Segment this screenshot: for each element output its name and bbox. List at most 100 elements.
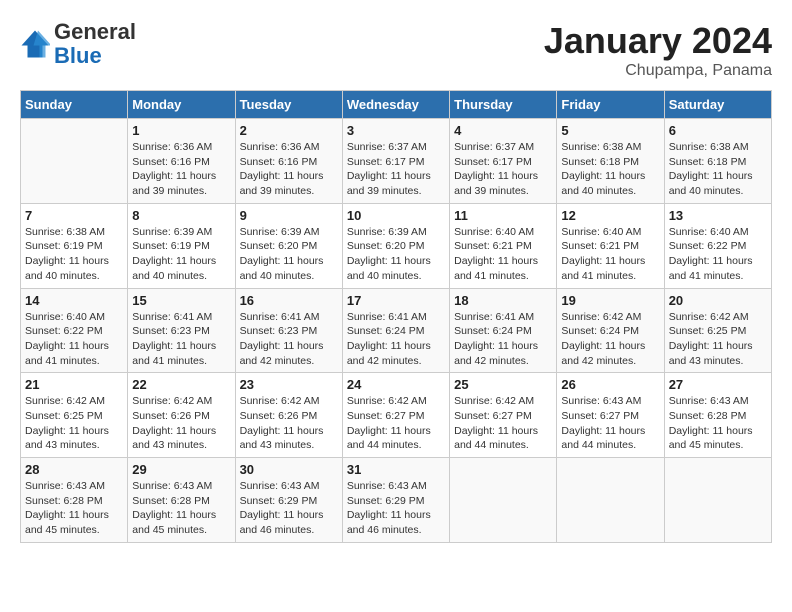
calendar-cell — [450, 458, 557, 543]
day-info: Sunrise: 6:42 AMSunset: 6:25 PMDaylight:… — [669, 310, 767, 369]
day-number: 31 — [347, 462, 445, 477]
day-number: 10 — [347, 208, 445, 223]
month-title: January 2024 — [544, 20, 772, 62]
calendar-cell: 29 Sunrise: 6:43 AMSunset: 6:28 PMDayligh… — [128, 458, 235, 543]
day-info: Sunrise: 6:37 AMSunset: 6:17 PMDaylight:… — [347, 140, 445, 199]
day-number: 16 — [240, 293, 338, 308]
calendar-cell: 25Sunrise: 6:42 AMSunset: 6:27 PMDayligh… — [450, 373, 557, 458]
day-number: 8 — [132, 208, 230, 223]
day-info: Sunrise: 6:42 AMSunset: 6:27 PMDaylight:… — [347, 394, 445, 453]
day-info: Sunrise: 6:40 AMSunset: 6:22 PMDaylight:… — [25, 310, 123, 369]
title-block: January 2024 Chupampa, Panama — [544, 20, 772, 80]
day-info: Sunrise: 6:43 AMSunset: 6:29 PMDaylight:… — [240, 479, 338, 538]
calendar-cell — [21, 119, 128, 204]
calendar-cell: 21Sunrise: 6:42 AMSunset: 6:25 PMDayligh… — [21, 373, 128, 458]
day-number: 27 — [669, 377, 767, 392]
calendar-cell: 19Sunrise: 6:42 AMSunset: 6:24 PMDayligh… — [557, 288, 664, 373]
day-info: Sunrise: 6:40 AMSunset: 6:22 PMDaylight:… — [669, 225, 767, 284]
calendar-cell: 28Sunrise: 6:43 AMSunset: 6:28 PMDayligh… — [21, 458, 128, 543]
calendar-cell: 18Sunrise: 6:41 AMSunset: 6:24 PMDayligh… — [450, 288, 557, 373]
day-number: 24 — [347, 377, 445, 392]
calendar-cell: 23Sunrise: 6:42 AMSunset: 6:26 PMDayligh… — [235, 373, 342, 458]
day-info: Sunrise: 6:42 AMSunset: 6:26 PMDaylight:… — [132, 394, 230, 453]
logo: General Blue — [20, 20, 136, 68]
calendar-cell: 9Sunrise: 6:39 AMSunset: 6:20 PMDaylight… — [235, 203, 342, 288]
calendar-cell: 26 Sunrise: 6:43 AMSunset: 6:27 PMDayligh… — [557, 373, 664, 458]
calendar-cell: 15 Sunrise: 6:41 AMSunset: 6:23 PMDayligh… — [128, 288, 235, 373]
day-info: Sunrise: 6:42 AMSunset: 6:27 PMDaylight:… — [454, 394, 552, 453]
weekday-header-thursday: Thursday — [450, 91, 557, 119]
calendar-cell: 6 Sunrise: 6:38 AMSunset: 6:18 PMDaylight… — [664, 119, 771, 204]
calendar-cell: 27 Sunrise: 6:43 AMSunset: 6:28 PMDayligh… — [664, 373, 771, 458]
calendar-cell: 30 Sunrise: 6:43 AMSunset: 6:29 PMDayligh… — [235, 458, 342, 543]
calendar-cell: 8 Sunrise: 6:39 AMSunset: 6:19 PMDaylight… — [128, 203, 235, 288]
day-info: Sunrise: 6:36 AMSunset: 6:16 PMDaylight:… — [240, 140, 338, 199]
calendar-cell: 31Sunrise: 6:43 AMSunset: 6:29 PMDayligh… — [342, 458, 449, 543]
day-number: 21 — [25, 377, 123, 392]
location-subtitle: Chupampa, Panama — [544, 62, 772, 80]
day-number: 1 — [132, 123, 230, 138]
day-number: 20 — [669, 293, 767, 308]
weekday-header-friday: Friday — [557, 91, 664, 119]
day-info: Sunrise: 6:36 AMSunset: 6:16 PMDaylight:… — [132, 140, 230, 199]
day-number: 15 — [132, 293, 230, 308]
day-number: 26 — [561, 377, 659, 392]
weekday-header-sunday: Sunday — [21, 91, 128, 119]
logo-icon — [20, 29, 50, 59]
weekday-header-saturday: Saturday — [664, 91, 771, 119]
calendar-cell: 14 Sunrise: 6:40 AMSunset: 6:22 PMDayligh… — [21, 288, 128, 373]
weekday-header-row: SundayMondayTuesdayWednesdayThursdayFrid… — [21, 91, 772, 119]
day-info: Sunrise: 6:38 AMSunset: 6:18 PMDaylight:… — [669, 140, 767, 199]
day-info: Sunrise: 6:39 AMSunset: 6:20 PMDaylight:… — [347, 225, 445, 284]
day-number: 3 — [347, 123, 445, 138]
day-info: Sunrise: 6:41 AMSunset: 6:23 PMDaylight:… — [132, 310, 230, 369]
calendar-cell: 3 Sunrise: 6:37 AMSunset: 6:17 PMDaylight… — [342, 119, 449, 204]
day-number: 11 — [454, 208, 552, 223]
calendar-table: SundayMondayTuesdayWednesdayThursdayFrid… — [20, 90, 772, 543]
day-number: 30 — [240, 462, 338, 477]
day-number: 23 — [240, 377, 338, 392]
calendar-cell — [557, 458, 664, 543]
weekday-header-tuesday: Tuesday — [235, 91, 342, 119]
day-info: Sunrise: 6:41 AMSunset: 6:23 PMDaylight:… — [240, 310, 338, 369]
day-number: 13 — [669, 208, 767, 223]
calendar-week-2: 7Sunrise: 6:38 AMSunset: 6:19 PMDaylight… — [21, 203, 772, 288]
day-info: Sunrise: 6:41 AMSunset: 6:24 PMDaylight:… — [347, 310, 445, 369]
day-number: 6 — [669, 123, 767, 138]
day-info: Sunrise: 6:39 AMSunset: 6:20 PMDaylight:… — [240, 225, 338, 284]
calendar-header: SundayMondayTuesdayWednesdayThursdayFrid… — [21, 91, 772, 119]
calendar-cell: 12Sunrise: 6:40 AMSunset: 6:21 PMDayligh… — [557, 203, 664, 288]
day-info: Sunrise: 6:43 AMSunset: 6:28 PMDaylight:… — [132, 479, 230, 538]
calendar-cell: 7Sunrise: 6:38 AMSunset: 6:19 PMDaylight… — [21, 203, 128, 288]
day-info: Sunrise: 6:43 AMSunset: 6:28 PMDaylight:… — [25, 479, 123, 538]
calendar-cell: 4Sunrise: 6:37 AMSunset: 6:17 PMDaylight… — [450, 119, 557, 204]
day-info: Sunrise: 6:39 AMSunset: 6:19 PMDaylight:… — [132, 225, 230, 284]
calendar-cell: 11Sunrise: 6:40 AMSunset: 6:21 PMDayligh… — [450, 203, 557, 288]
calendar-week-4: 21Sunrise: 6:42 AMSunset: 6:25 PMDayligh… — [21, 373, 772, 458]
day-info: Sunrise: 6:38 AMSunset: 6:18 PMDaylight:… — [561, 140, 659, 199]
calendar-week-1: 1 Sunrise: 6:36 AMSunset: 6:16 PMDaylight… — [21, 119, 772, 204]
day-info: Sunrise: 6:42 AMSunset: 6:24 PMDaylight:… — [561, 310, 659, 369]
day-number: 5 — [561, 123, 659, 138]
calendar-cell: 10 Sunrise: 6:39 AMSunset: 6:20 PMDayligh… — [342, 203, 449, 288]
calendar-cell: 17 Sunrise: 6:41 AMSunset: 6:24 PMDayligh… — [342, 288, 449, 373]
day-number: 7 — [25, 208, 123, 223]
day-number: 22 — [132, 377, 230, 392]
logo-blue-text: Blue — [54, 43, 102, 68]
day-number: 12 — [561, 208, 659, 223]
day-number: 29 — [132, 462, 230, 477]
calendar-cell: 22 Sunrise: 6:42 AMSunset: 6:26 PMDayligh… — [128, 373, 235, 458]
weekday-header-wednesday: Wednesday — [342, 91, 449, 119]
day-info: Sunrise: 6:43 AMSunset: 6:28 PMDaylight:… — [669, 394, 767, 453]
day-info: Sunrise: 6:37 AMSunset: 6:17 PMDaylight:… — [454, 140, 552, 199]
day-number: 17 — [347, 293, 445, 308]
weekday-header-monday: Monday — [128, 91, 235, 119]
calendar-cell — [664, 458, 771, 543]
day-number: 14 — [25, 293, 123, 308]
day-number: 2 — [240, 123, 338, 138]
calendar-cell: 5 Sunrise: 6:38 AMSunset: 6:18 PMDaylight… — [557, 119, 664, 204]
day-info: Sunrise: 6:43 AMSunset: 6:27 PMDaylight:… — [561, 394, 659, 453]
calendar-cell: 24 Sunrise: 6:42 AMSunset: 6:27 PMDayligh… — [342, 373, 449, 458]
day-info: Sunrise: 6:41 AMSunset: 6:24 PMDaylight:… — [454, 310, 552, 369]
calendar-body: 1 Sunrise: 6:36 AMSunset: 6:16 PMDaylight… — [21, 119, 772, 543]
